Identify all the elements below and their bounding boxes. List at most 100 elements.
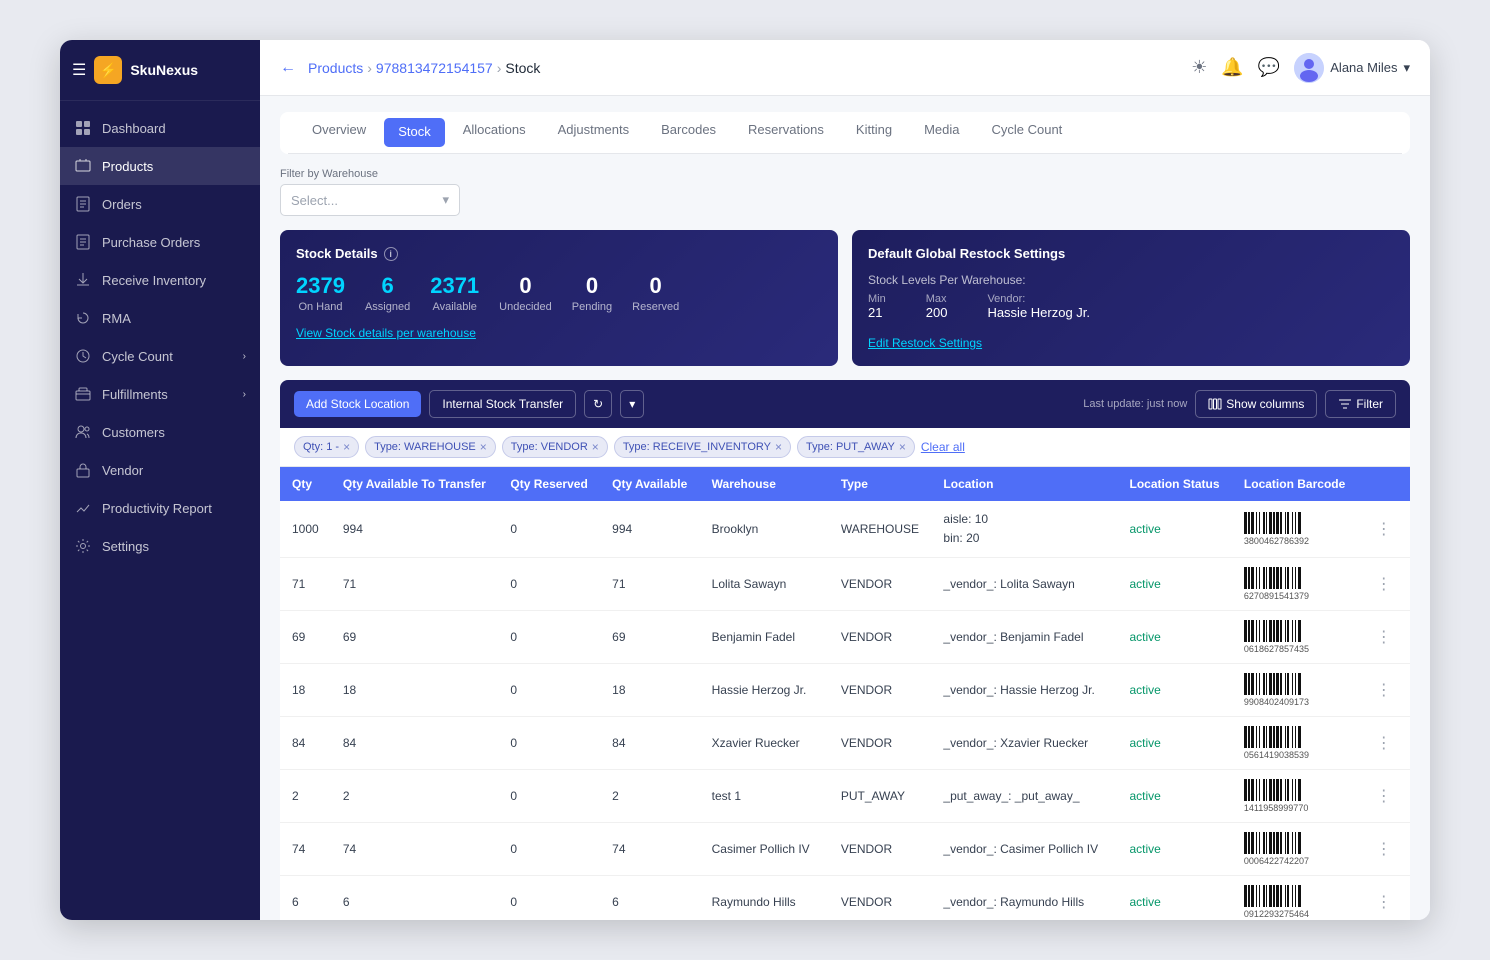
cell-type: VENDOR <box>829 823 932 876</box>
cell-actions[interactable]: ⋮ <box>1358 876 1410 920</box>
cell-actions[interactable]: ⋮ <box>1358 664 1410 717</box>
stock-assigned: 6 Assigned <box>365 273 410 313</box>
breadcrumb-products[interactable]: Products <box>308 60 363 76</box>
row-actions-menu[interactable]: ⋮ <box>1370 627 1398 648</box>
cell-location: _vendor_: Xzavier Ruecker <box>931 717 1117 770</box>
row-actions-menu[interactable]: ⋮ <box>1370 680 1398 701</box>
stock-on-hand: 2379 On Hand <box>296 273 345 313</box>
table-row: 84 84 0 84 Xzavier Ruecker VENDOR _vendo… <box>280 717 1410 770</box>
breadcrumb-sku[interactable]: 978813472154157 <box>376 60 493 76</box>
filter-tag-putaway[interactable]: Type: PUT_AWAY × <box>797 436 915 458</box>
sidebar-item-fulfillments[interactable]: Fulfillments › <box>60 375 260 413</box>
tab-allocations[interactable]: Allocations <box>447 112 542 154</box>
show-columns-button[interactable]: Show columns <box>1195 390 1317 418</box>
sidebar-item-purchase-orders[interactable]: Purchase Orders <box>60 223 260 261</box>
sidebar-item-label: Receive Inventory <box>102 273 246 288</box>
cell-qty: 69 <box>280 611 331 664</box>
row-actions-menu[interactable]: ⋮ <box>1370 733 1398 754</box>
cell-barcode: 3800462786392 <box>1232 501 1358 558</box>
hamburger-icon[interactable]: ☰ <box>72 60 86 80</box>
filter-tag-qty[interactable]: Qty: 1 - × <box>294 436 359 458</box>
refresh-button[interactable]: ↻ <box>584 390 612 418</box>
sidebar-item-customers[interactable]: Customers <box>60 413 260 451</box>
tab-cycle-count[interactable]: Cycle Count <box>975 112 1078 154</box>
table-row: 18 18 0 18 Hassie Herzog Jr. VENDOR _ven… <box>280 664 1410 717</box>
cell-actions[interactable]: ⋮ <box>1358 501 1410 558</box>
cell-actions[interactable]: ⋮ <box>1358 770 1410 823</box>
available-value: 2371 <box>430 273 479 299</box>
sidebar-item-receive-inventory[interactable]: Receive Inventory <box>60 261 260 299</box>
notifications-icon[interactable]: 🔔 <box>1221 57 1243 78</box>
info-icon[interactable]: i <box>384 247 398 261</box>
stock-numbers: 2379 On Hand 6 Assigned 2371 Available <box>296 273 822 313</box>
sidebar-item-cycle-count[interactable]: Cycle Count › <box>60 337 260 375</box>
remove-filter-putaway[interactable]: × <box>899 440 906 454</box>
brightness-icon[interactable]: ☀ <box>1191 57 1207 78</box>
row-actions-menu[interactable]: ⋮ <box>1370 892 1398 913</box>
remove-filter-vendor[interactable]: × <box>592 440 599 454</box>
remove-filter-receive[interactable]: × <box>775 440 782 454</box>
filter-button[interactable]: Filter <box>1325 390 1396 418</box>
tab-stock[interactable]: Stock <box>384 118 445 147</box>
tab-barcodes[interactable]: Barcodes <box>645 112 732 154</box>
add-stock-location-button[interactable]: Add Stock Location <box>294 391 421 417</box>
chat-icon[interactable]: 💬 <box>1258 57 1280 78</box>
cycle-count-icon <box>74 347 92 365</box>
sidebar-item-vendor[interactable]: Vendor <box>60 451 260 489</box>
tab-reservations[interactable]: Reservations <box>732 112 840 154</box>
row-actions-menu[interactable]: ⋮ <box>1370 786 1398 807</box>
back-button[interactable]: ← <box>280 59 296 77</box>
undecided-value: 0 <box>499 273 552 299</box>
cell-actions[interactable]: ⋮ <box>1358 823 1410 876</box>
filter-tag-label: Qty: 1 - <box>303 441 339 453</box>
tab-media[interactable]: Media <box>908 112 975 154</box>
dropdown-button[interactable]: ▾ <box>620 390 644 418</box>
sidebar-item-label: Productivity Report <box>102 501 246 516</box>
warehouse-select[interactable]: Select... ▾ <box>280 184 460 216</box>
remove-filter-warehouse[interactable]: × <box>480 440 487 454</box>
sidebar-item-products[interactable]: Products <box>60 147 260 185</box>
reserved-value: 0 <box>632 273 679 299</box>
clear-all-filters[interactable]: Clear all <box>921 440 965 454</box>
cell-barcode: 0006422742207 <box>1232 823 1358 876</box>
internal-stock-transfer-button[interactable]: Internal Stock Transfer <box>429 390 576 418</box>
cell-barcode: 6270891541379 <box>1232 558 1358 611</box>
row-actions-menu[interactable]: ⋮ <box>1370 519 1398 540</box>
chevron-right-icon: › <box>243 351 246 362</box>
cell-warehouse: Lolita Sawayn <box>700 558 829 611</box>
cell-qty-available: 71 <box>600 558 700 611</box>
view-stock-details-link[interactable]: View Stock details per warehouse <box>296 326 476 340</box>
remove-filter-qty[interactable]: × <box>343 440 350 454</box>
col-qty: Qty <box>280 467 331 501</box>
edit-restock-link[interactable]: Edit Restock Settings <box>868 336 982 350</box>
user-menu[interactable]: Alana Miles ▾ <box>1294 53 1410 83</box>
stock-available: 2371 Available <box>430 273 479 313</box>
sidebar-header: ☰ ⚡ SkuNexus <box>60 40 260 101</box>
cell-actions[interactable]: ⋮ <box>1358 611 1410 664</box>
cell-location: _vendor_: Lolita Sawayn <box>931 558 1117 611</box>
cell-actions[interactable]: ⋮ <box>1358 717 1410 770</box>
sidebar-item-label: Fulfillments <box>102 387 233 402</box>
tab-overview[interactable]: Overview <box>296 112 382 154</box>
sidebar-item-orders[interactable]: Orders <box>60 185 260 223</box>
cell-qty-reserved: 0 <box>498 823 600 876</box>
tab-adjustments[interactable]: Adjustments <box>542 112 646 154</box>
row-actions-menu[interactable]: ⋮ <box>1370 839 1398 860</box>
warehouse-filter-row: Filter by Warehouse Select... ▾ <box>280 168 1410 216</box>
cell-barcode: 1411958999770 <box>1232 770 1358 823</box>
sidebar-item-dashboard[interactable]: Dashboard <box>60 109 260 147</box>
row-actions-menu[interactable]: ⋮ <box>1370 574 1398 595</box>
filter-tag-warehouse[interactable]: Type: WAREHOUSE × <box>365 436 496 458</box>
sidebar-item-settings[interactable]: Settings <box>60 527 260 565</box>
tab-kitting[interactable]: Kitting <box>840 112 908 154</box>
sidebar-nav: Dashboard Products Orders <box>60 101 260 920</box>
sidebar-item-productivity-report[interactable]: Productivity Report <box>60 489 260 527</box>
filter-tag-vendor[interactable]: Type: VENDOR × <box>502 436 608 458</box>
cell-actions[interactable]: ⋮ <box>1358 558 1410 611</box>
col-qty-reserved: Qty Reserved <box>498 467 600 501</box>
filter-tag-receive[interactable]: Type: RECEIVE_INVENTORY × <box>614 436 791 458</box>
sidebar-item-rma[interactable]: RMA <box>60 299 260 337</box>
cell-qty-avail-transfer: 71 <box>331 558 499 611</box>
purchase-orders-icon <box>74 233 92 251</box>
avatar <box>1294 53 1324 83</box>
